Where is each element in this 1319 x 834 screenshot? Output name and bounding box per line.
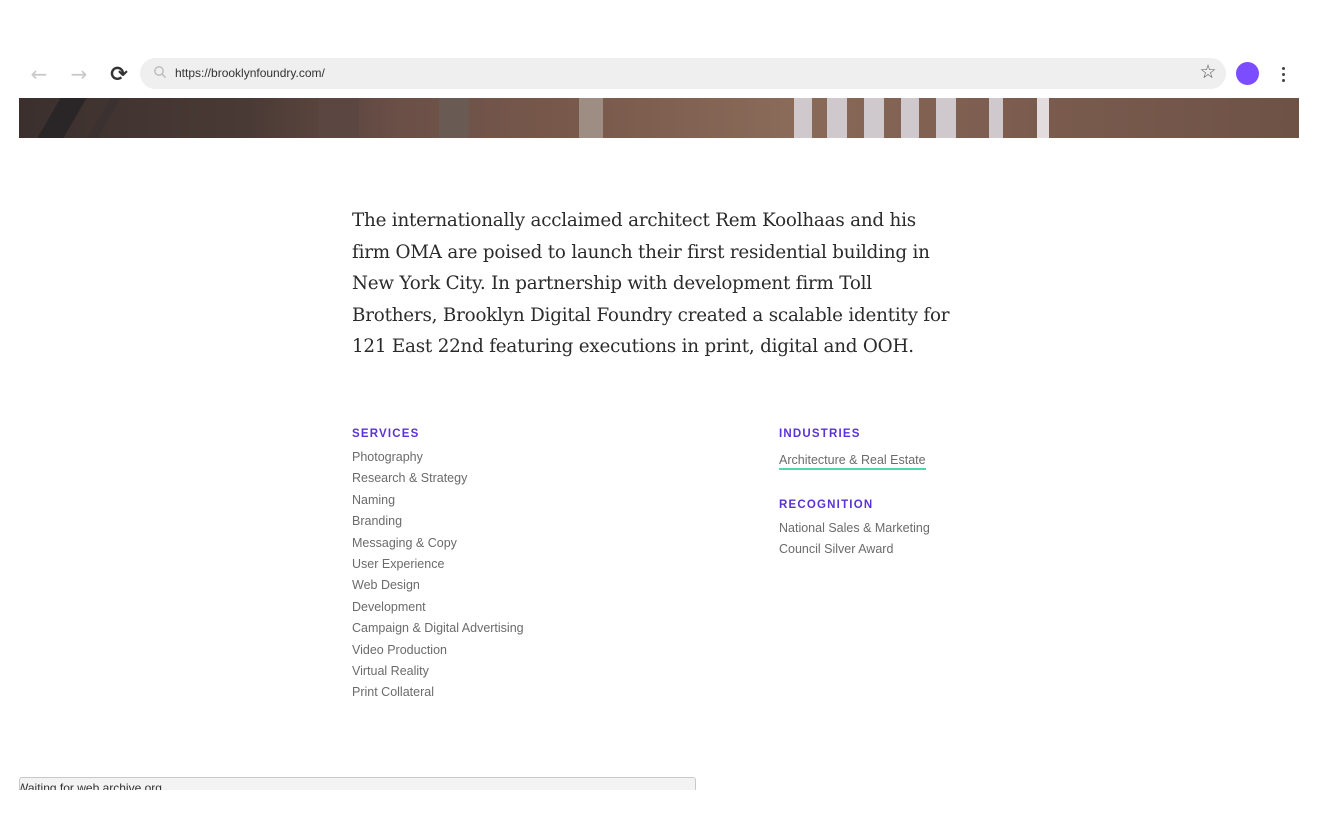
services-heading: SERVICES — [352, 428, 420, 440]
service-item: Photography — [352, 450, 423, 464]
recognition-item: National Sales & Marketing — [779, 521, 930, 535]
url-text: https://brooklynfoundry.com/ — [175, 66, 325, 80]
search-icon — [154, 66, 166, 78]
service-item: Campaign & Digital Advertising — [352, 621, 524, 636]
recognition-list: National Sales & Marketing Council Silve… — [779, 518, 930, 561]
address-bar[interactable]: https://brooklynfoundry.com/ — [140, 58, 1226, 89]
services-list: Photography Research & Strategy Naming B… — [352, 447, 524, 704]
status-text: Waiting for web.archive.org... — [19, 781, 172, 790]
service-item: Web Design — [352, 578, 420, 593]
service-item: Messaging & Copy — [352, 535, 457, 550]
browser-toolbar: ← → ⟳ https://brooklynfoundry.com/ ☆ — [19, 56, 1299, 92]
recognition-item: Council Silver Award — [779, 542, 894, 557]
recognition-heading: RECOGNITION — [779, 499, 874, 511]
industries-heading: INDUSTRIES — [779, 428, 861, 440]
back-arrow-icon[interactable]: ← — [27, 62, 51, 86]
project-intro: The internationally acclaimed architect … — [352, 210, 950, 357]
service-item: Virtual Reality — [352, 663, 429, 678]
kebab-menu-icon[interactable] — [1275, 62, 1291, 86]
forward-arrow-icon[interactable]: → — [67, 62, 91, 86]
service-item: Branding — [352, 514, 403, 529]
industry-item: Architecture & Real Estate — [779, 450, 926, 471]
service-item: User Experience — [352, 556, 445, 571]
service-item: Print Collateral — [352, 685, 434, 700]
profile-avatar[interactable] — [1236, 62, 1259, 85]
service-item: Development — [352, 599, 426, 614]
industries-list: Architecture & Real Estate — [779, 450, 926, 471]
hero-image — [19, 98, 1299, 138]
bookmark-star-icon[interactable]: ☆ — [1196, 60, 1220, 84]
service-item: Naming — [352, 492, 396, 507]
browser-status-bar: Waiting for web.archive.org... — [19, 777, 696, 790]
reload-icon[interactable]: ⟳ — [107, 62, 131, 86]
service-item: Research & Strategy — [352, 471, 468, 486]
industry-link[interactable]: Architecture & Real Estate — [779, 453, 926, 470]
service-item: Video Production — [352, 642, 447, 657]
